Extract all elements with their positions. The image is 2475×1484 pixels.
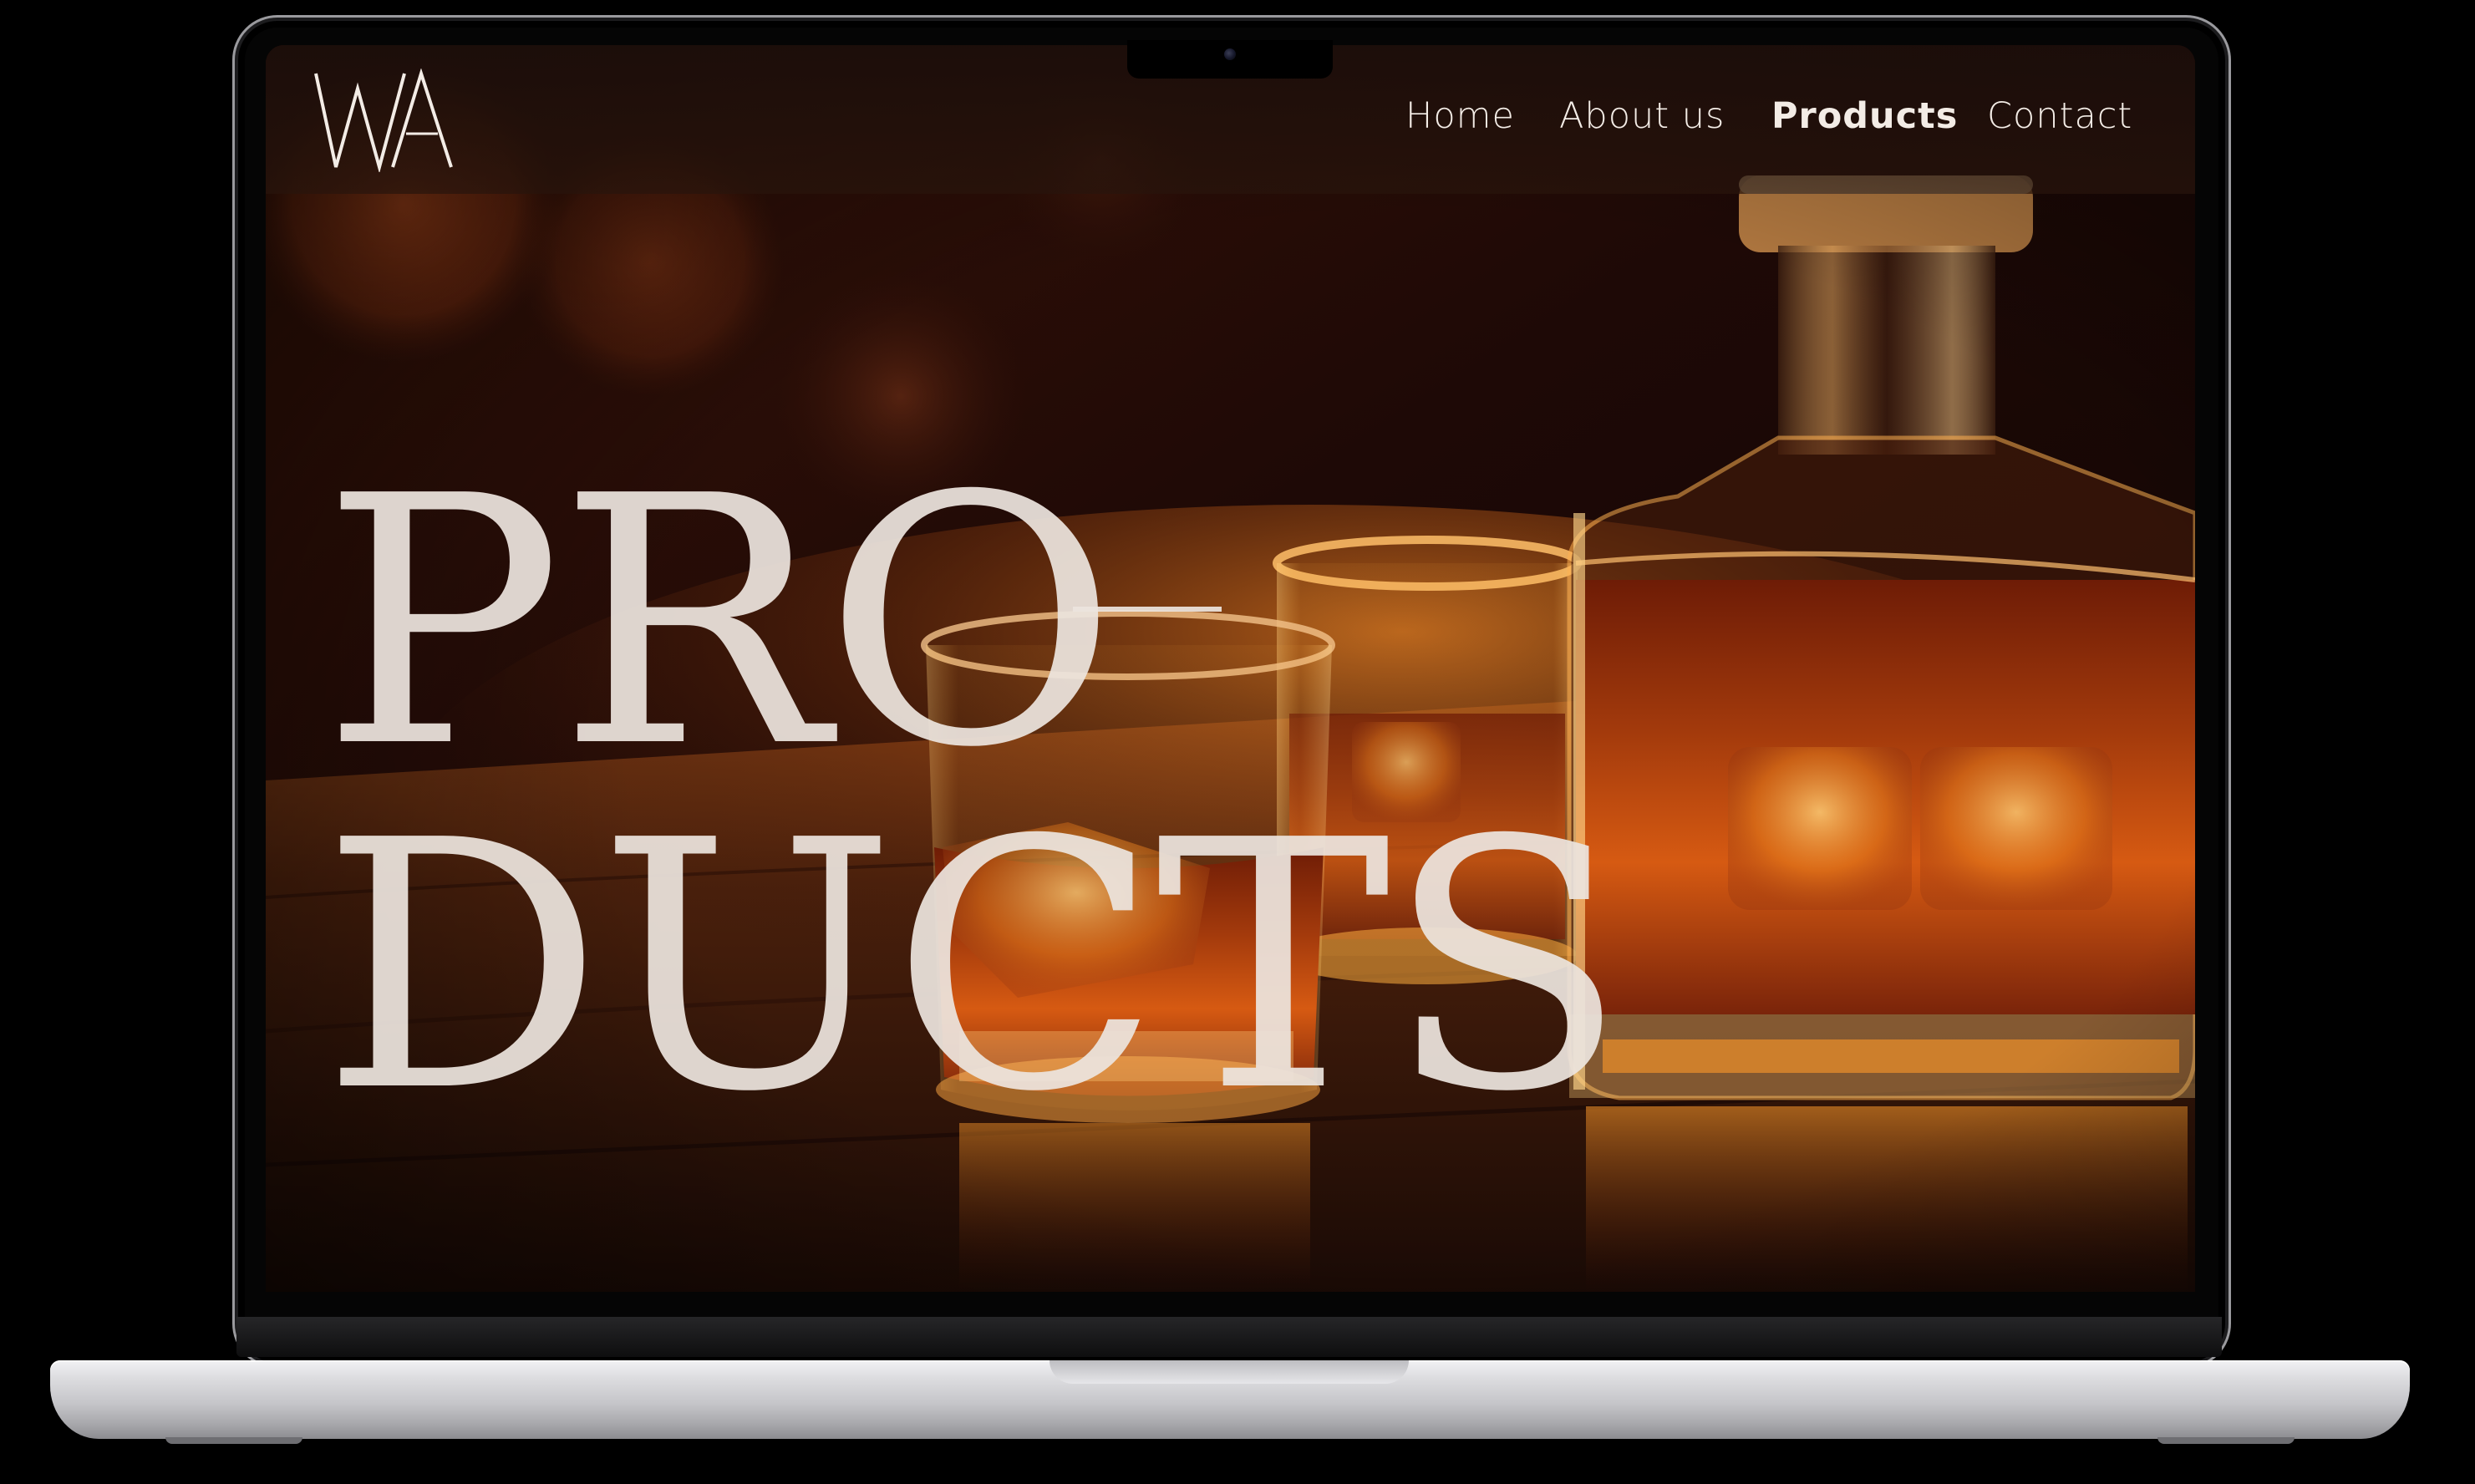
laptop-hinge <box>236 1317 2222 1357</box>
laptop-foot-left <box>165 1437 302 1444</box>
laptop-opening-lip <box>1049 1360 1409 1384</box>
main-nav: Home About us Products Contact <box>266 95 2195 142</box>
camera-icon <box>1224 48 1236 60</box>
nav-link-products[interactable]: Products <box>1771 95 1958 137</box>
headline-line-2: DUCTS <box>321 767 1628 1166</box>
nav-link-home[interactable]: Home <box>1405 95 1515 137</box>
camera-notch <box>1127 40 1333 79</box>
nav-link-about-us[interactable]: About us <box>1559 95 1725 137</box>
website-screen: Home About us Products Contact PRO DUCTS <box>266 45 2195 1292</box>
laptop-foot-right <box>2157 1437 2295 1444</box>
headline-line-1: PRO <box>321 423 1118 822</box>
headline-dash <box>1073 607 1222 612</box>
hero-headline: PRO DUCTS <box>321 423 1628 1153</box>
nav-link-contact[interactable]: Contact <box>1987 95 2132 137</box>
